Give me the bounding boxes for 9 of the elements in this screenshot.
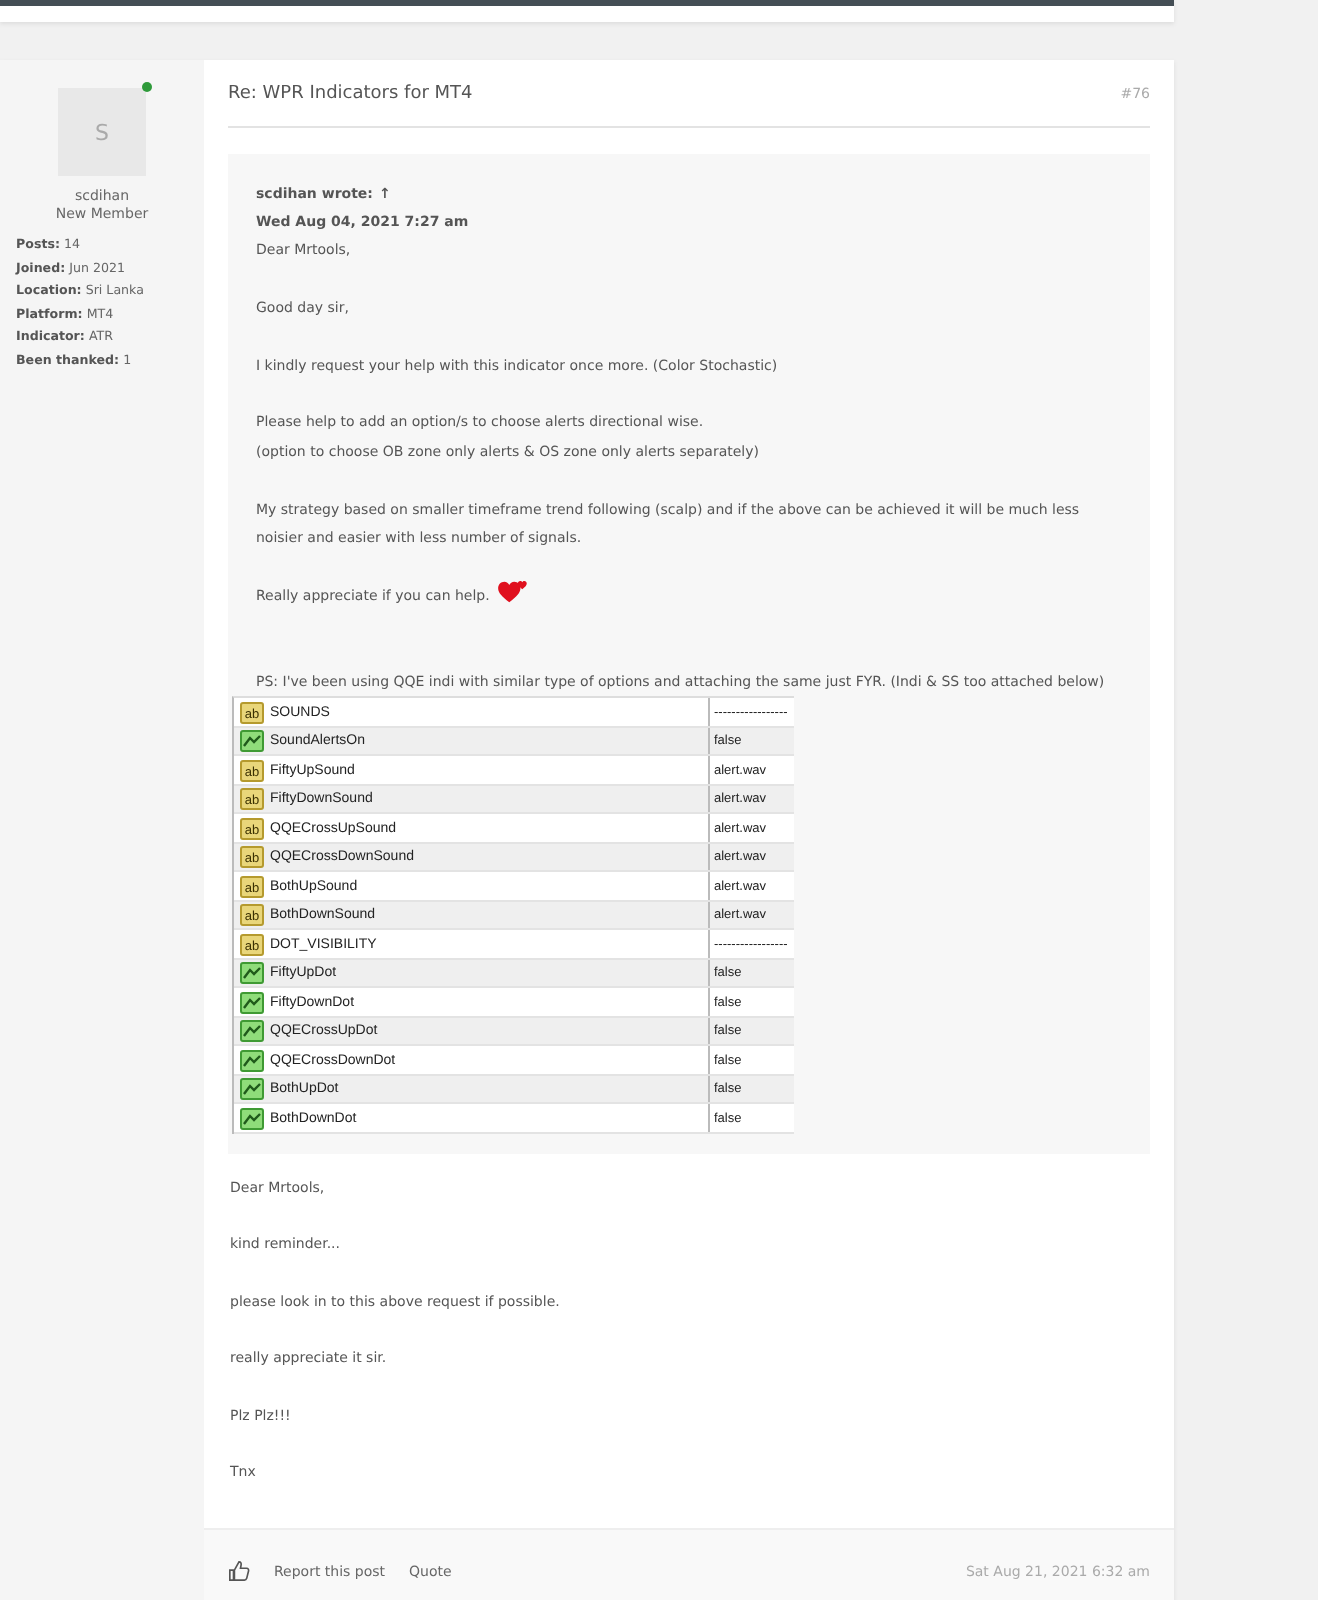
chart-type-icon [240, 1078, 264, 1101]
thumbs-up-icon[interactable] [228, 1560, 250, 1583]
chart-type-icon [240, 1049, 264, 1072]
post-title[interactable]: Re: WPR Indicators for MT4 [228, 83, 473, 103]
chart-type-icon [240, 730, 264, 753]
chart-type-icon [240, 1020, 264, 1043]
chart-type-icon [240, 962, 264, 985]
chart-type-icon [240, 991, 264, 1014]
chart-type-icon [240, 1107, 264, 1130]
